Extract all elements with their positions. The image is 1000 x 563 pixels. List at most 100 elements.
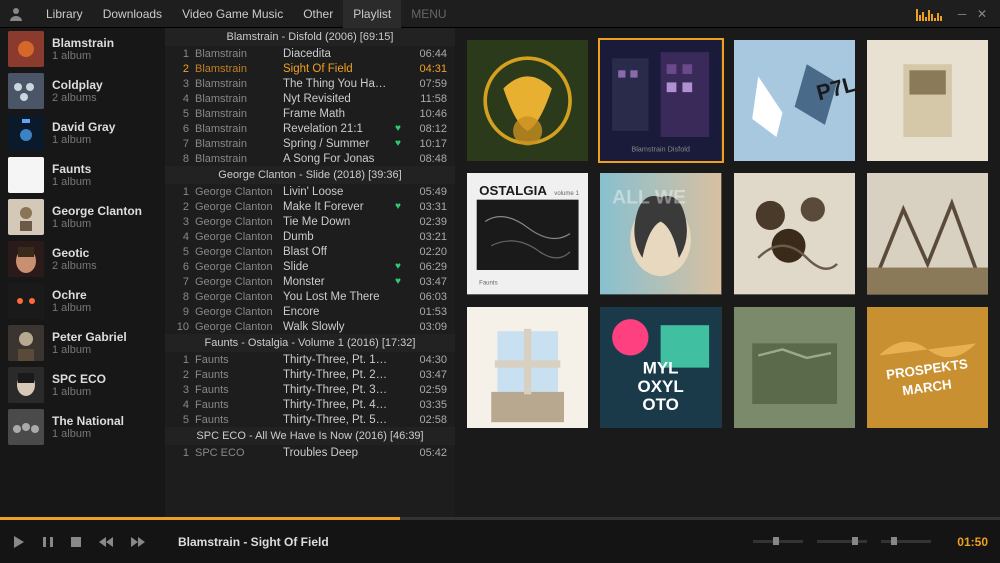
artist-row[interactable]: David Gray 1 album — [0, 112, 165, 154]
track-title: Walk Slowly — [283, 321, 389, 333]
user-icon[interactable] — [8, 6, 24, 22]
artist-row[interactable]: George Clanton 1 album — [0, 196, 165, 238]
artist-row[interactable]: SPC ECO 1 album — [0, 364, 165, 406]
artist-row[interactable]: Peter Gabriel 1 album — [0, 322, 165, 364]
track-row[interactable]: 7 Blamstrain Spring / Summer ♥ 10:17 — [165, 136, 455, 151]
svg-text:MYL: MYL — [643, 358, 679, 377]
track-row[interactable]: 5 Blamstrain Frame Math 10:46 — [165, 106, 455, 121]
track-title: A Song For Jonas — [283, 153, 389, 165]
balance-slider[interactable] — [753, 540, 803, 543]
tab-downloads[interactable]: Downloads — [93, 0, 172, 28]
artist-row[interactable]: Coldplay 2 albums — [0, 70, 165, 112]
artist-album-count: 2 albums — [52, 92, 103, 104]
track-number: 6 — [173, 261, 189, 273]
track-number: 9 — [173, 306, 189, 318]
play-button[interactable] — [12, 535, 26, 549]
volume-slider[interactable] — [817, 540, 867, 543]
artist-row[interactable]: Geotic 2 albums — [0, 238, 165, 280]
track-row[interactable]: 8 George Clanton You Lost Me There 06:03 — [165, 289, 455, 304]
artist-row[interactable]: Blamstrain 1 album — [0, 28, 165, 70]
album-cover[interactable]: Blamstrain Disfold — [600, 40, 721, 161]
album-cover[interactable] — [467, 40, 588, 161]
track-artist: Faunts — [195, 384, 277, 396]
heart-icon[interactable]: ♥ — [395, 276, 407, 287]
minimize-button[interactable]: ─ — [952, 7, 972, 21]
tab-video-game-music[interactable]: Video Game Music — [172, 0, 293, 28]
track-row[interactable]: 10 George Clanton Walk Slowly 03:09 — [165, 319, 455, 334]
track-row[interactable]: 3 George Clanton Tie Me Down 02:39 — [165, 214, 455, 229]
artist-name: Peter Gabriel — [52, 330, 127, 344]
album-cover[interactable]: OSTALGIAvolume 1Faunts — [467, 173, 588, 294]
menu-button[interactable]: MENU — [401, 0, 456, 28]
track-row[interactable]: 4 Blamstrain Nyt Revisited 11:58 — [165, 91, 455, 106]
track-row[interactable]: 3 Blamstrain The Thing You Hate Me Fo...… — [165, 76, 455, 91]
album-cover[interactable] — [867, 173, 988, 294]
track-duration: 05:49 — [413, 186, 447, 198]
track-row[interactable]: 2 Blamstrain Sight Of Field 04:31 — [165, 61, 455, 76]
album-cover[interactable] — [467, 307, 588, 428]
album-cover[interactable]: ALL WE — [600, 173, 721, 294]
progress-bar[interactable] — [0, 517, 1000, 520]
artist-row[interactable]: The National 1 album — [0, 406, 165, 448]
album-cover[interactable] — [734, 173, 855, 294]
track-number: 7 — [173, 138, 189, 150]
heart-icon[interactable]: ♥ — [395, 261, 407, 272]
artist-sidebar: Blamstrain 1 album Coldplay 2 albums Dav… — [0, 28, 165, 517]
album-cover[interactable]: P7L — [734, 40, 855, 161]
track-duration: 06:44 — [413, 48, 447, 60]
track-number: 8 — [173, 291, 189, 303]
track-row[interactable]: 7 George Clanton Monster ♥ 03:47 — [165, 274, 455, 289]
stop-button[interactable] — [70, 536, 82, 548]
track-duration: 10:17 — [413, 138, 447, 150]
track-title: Slide — [283, 261, 389, 273]
heart-icon[interactable]: ♥ — [395, 138, 407, 149]
svg-text:OXYL: OXYL — [638, 376, 684, 395]
track-artist: George Clanton — [195, 186, 277, 198]
track-row[interactable]: 2 Faunts Thirty-Three, Pt. 2: Remembera.… — [165, 367, 455, 382]
close-button[interactable]: ✕ — [972, 7, 992, 21]
album-cover[interactable] — [734, 307, 855, 428]
track-row[interactable]: 6 Blamstrain Revelation 21:1 ♥ 08:12 — [165, 121, 455, 136]
track-row[interactable]: 3 Faunts Thirty-Three, Pt. 3: Trauma 02:… — [165, 382, 455, 397]
album-cover[interactable] — [867, 40, 988, 161]
track-row[interactable]: 8 Blamstrain A Song For Jonas 08:48 — [165, 151, 455, 166]
track-duration: 11:58 — [413, 93, 447, 105]
track-number: 4 — [173, 93, 189, 105]
tab-playlist[interactable]: Playlist — [343, 0, 401, 28]
track-row[interactable]: 1 George Clanton Livin' Loose 05:49 — [165, 184, 455, 199]
artist-album-count: 1 album — [52, 344, 127, 356]
track-row[interactable]: 5 George Clanton Blast Off 02:20 — [165, 244, 455, 259]
pause-button[interactable] — [42, 536, 54, 548]
track-row[interactable]: 1 Faunts Thirty-Three, Pt. 1: Departure … — [165, 352, 455, 367]
track-title: Spring / Summer — [283, 138, 389, 150]
artist-thumbnail — [8, 157, 44, 193]
track-row[interactable]: 1 SPC ECO Troubles Deep 05:42 — [165, 445, 455, 460]
track-artist: Blamstrain — [195, 78, 277, 90]
track-row[interactable]: 5 Faunts Thirty-Three, Pt. 5: Arrival 02… — [165, 412, 455, 427]
prev-button[interactable] — [98, 536, 114, 548]
artist-thumbnail — [8, 31, 44, 67]
heart-icon[interactable]: ♥ — [395, 201, 407, 212]
track-row[interactable]: 6 George Clanton Slide ♥ 06:29 — [165, 259, 455, 274]
artist-row[interactable]: Faunts 1 album — [0, 154, 165, 196]
artist-name: SPC ECO — [52, 372, 106, 386]
tab-other[interactable]: Other — [293, 0, 343, 28]
equalizer-icon[interactable] — [916, 7, 942, 21]
track-title: Thirty-Three, Pt. 1: Departure — [283, 354, 389, 366]
track-title: The Thing You Hate Me Fo... — [283, 78, 389, 90]
artist-row[interactable]: Ochre 1 album — [0, 280, 165, 322]
track-row[interactable]: 4 Faunts Thirty-Three, Pt. 4: Forgotten … — [165, 397, 455, 412]
track-row[interactable]: 4 George Clanton Dumb 03:21 — [165, 229, 455, 244]
svg-text:OSTALGIA: OSTALGIA — [479, 183, 547, 198]
album-cover[interactable]: MYLOXYLOTO — [600, 307, 721, 428]
seek-slider[interactable] — [881, 540, 931, 543]
track-artist: SPC ECO — [195, 447, 277, 459]
tab-library[interactable]: Library — [36, 0, 93, 28]
track-row[interactable]: 1 Blamstrain Diacedita 06:44 — [165, 46, 455, 61]
next-button[interactable] — [130, 536, 146, 548]
album-cover[interactable]: PROSPEKTSMARCH — [867, 307, 988, 428]
track-row[interactable]: 9 George Clanton Encore 01:53 — [165, 304, 455, 319]
track-row[interactable]: 2 George Clanton Make It Forever ♥ 03:31 — [165, 199, 455, 214]
track-title: Thirty-Three, Pt. 2: Remembera... — [283, 369, 389, 381]
heart-icon[interactable]: ♥ — [395, 123, 407, 134]
